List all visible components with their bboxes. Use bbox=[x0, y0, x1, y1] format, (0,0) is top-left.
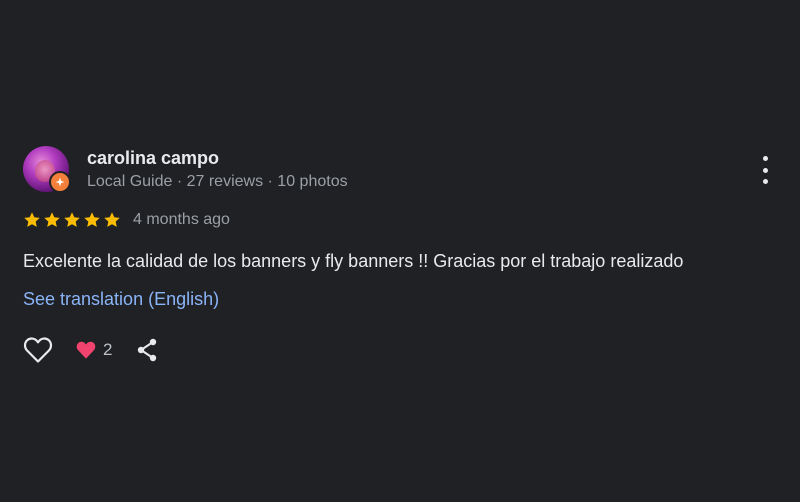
star-icon bbox=[84, 212, 100, 227]
star-icon bbox=[104, 212, 120, 227]
more-vertical-icon[interactable] bbox=[753, 156, 777, 184]
review-card: carolina campo Local Guide · 27 reviews … bbox=[23, 146, 783, 365]
star-icon bbox=[64, 212, 80, 227]
author-meta: Local Guide · 27 reviews · 10 photos bbox=[87, 173, 348, 190]
reaction-count: 2 bbox=[103, 340, 113, 359]
see-translation-link[interactable]: See translation (English) bbox=[23, 287, 219, 311]
more-dot bbox=[762, 179, 768, 184]
review-date: 4 months ago bbox=[133, 211, 230, 228]
star-icon bbox=[24, 212, 40, 227]
reaction-summary[interactable]: 2 bbox=[75, 340, 112, 360]
more-dot bbox=[762, 156, 768, 161]
review-actions: 2 bbox=[23, 335, 783, 365]
star-icon bbox=[44, 212, 60, 227]
rating-row: 4 months ago bbox=[23, 209, 783, 231]
local-guide-badge-icon bbox=[49, 171, 71, 193]
heart-outline-icon[interactable] bbox=[23, 336, 53, 364]
author-name[interactable]: carolina campo bbox=[87, 147, 348, 169]
author-avatar[interactable] bbox=[23, 146, 71, 193]
share-icon[interactable] bbox=[134, 336, 160, 364]
star-rating bbox=[23, 211, 121, 229]
review-header: carolina campo Local Guide · 27 reviews … bbox=[23, 146, 783, 196]
author-info: carolina campo Local Guide · 27 reviews … bbox=[87, 147, 348, 192]
review-text: Excelente la calidad de los banners y fl… bbox=[23, 251, 684, 271]
more-dot bbox=[762, 167, 768, 173]
heart-filled-icon bbox=[76, 341, 96, 359]
